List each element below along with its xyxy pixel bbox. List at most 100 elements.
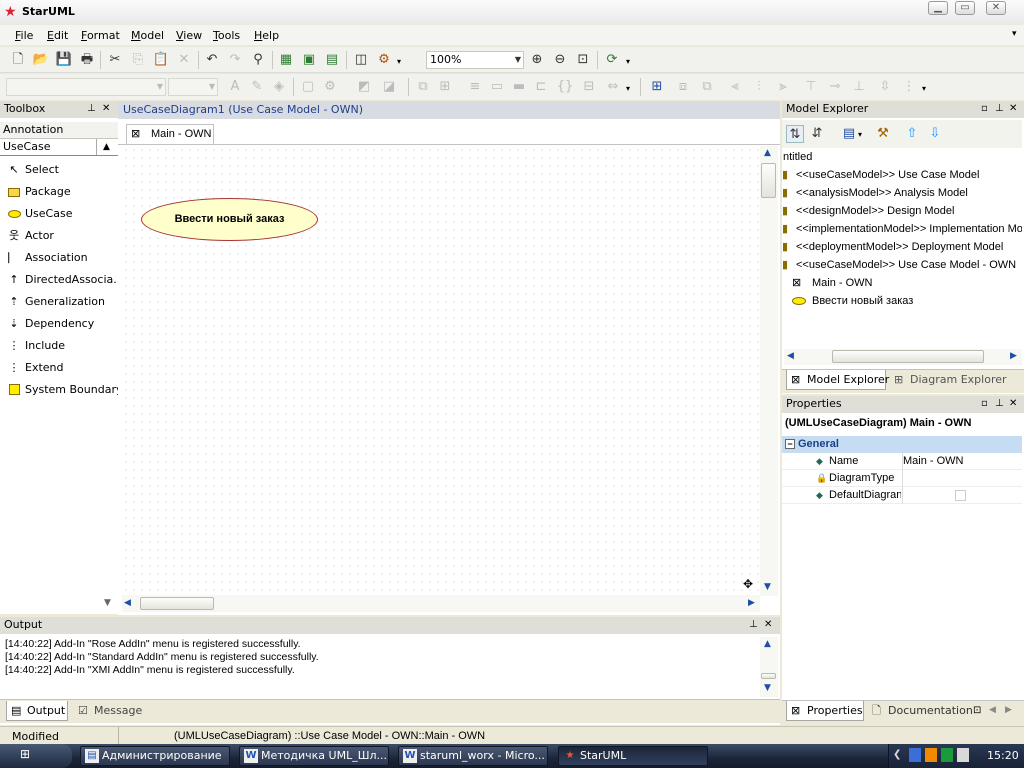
menu-help[interactable]: Help <box>254 29 279 42</box>
refresh-icon[interactable]: ⟳ <box>603 51 621 69</box>
sort-asc-icon[interactable]: ⇅ <box>786 125 804 143</box>
fit-icon[interactable]: ⇔ <box>604 78 622 96</box>
tab-model-explorer[interactable]: ⊠ Model Explorer <box>786 370 889 390</box>
menu-model[interactable]: Model <box>131 29 164 42</box>
close-icon[interactable]: ✕ <box>102 102 110 116</box>
zoom-in-icon[interactable]: ⊕ <box>528 51 546 69</box>
menu-tools[interactable]: Tools <box>213 29 240 42</box>
close-button[interactable]: ✕ <box>986 1 1006 15</box>
restore-icon[interactable]: ▫ <box>981 397 988 411</box>
tab-message[interactable]: ☑ Message <box>74 701 144 721</box>
menu-view[interactable]: View <box>176 29 202 42</box>
diagram-vertical-scrollbar[interactable]: ▲ ▼ <box>760 146 778 596</box>
scroll-down-icon[interactable]: ▼ <box>764 683 771 693</box>
property-row-name[interactable]: ◆ Name Main - OWN <box>782 453 1022 470</box>
align-top-icon[interactable]: ⊤ <box>802 78 820 96</box>
tab-properties[interactable]: ⊠ Properties <box>786 701 864 721</box>
chevron-down-icon[interactable]: ▾ <box>626 57 630 66</box>
tray-expand-icon[interactable]: ❮ <box>893 749 901 760</box>
scrollbar-thumb[interactable] <box>761 673 776 679</box>
move-icon[interactable]: ✥ <box>743 577 753 591</box>
scrollbar-thumb[interactable] <box>140 597 214 610</box>
braces-icon[interactable]: {} <box>556 78 574 96</box>
tree-root[interactable]: ntitled <box>783 148 812 166</box>
print-icon[interactable]: 🖶 <box>78 51 96 69</box>
menu-edit[interactable]: Edit <box>47 29 68 42</box>
output-scrollbar[interactable]: ▲ ▼ <box>760 637 778 697</box>
chevron-down-icon[interactable]: ▾ <box>397 57 401 66</box>
save-icon[interactable]: 💾 <box>55 51 73 69</box>
move-up-icon[interactable]: ⇧ <box>903 125 921 143</box>
toolbox-item-directed-association[interactable]: ↑ DirectedAssocia... <box>0 270 123 290</box>
media-player-icon[interactable] <box>925 748 937 762</box>
move-down-icon[interactable]: ⇩ <box>926 125 944 143</box>
addin-tools-icon[interactable]: ⚙ <box>375 51 393 69</box>
menu-file[interactable]: File <box>15 29 33 42</box>
fit-zoom-icon[interactable]: ⊡ <box>574 51 592 69</box>
scrollbar-thumb[interactable] <box>761 163 776 198</box>
collapse-icon[interactable]: − <box>785 439 795 449</box>
start-button[interactable]: ⊞ <box>0 744 72 768</box>
new-file-icon[interactable]: 🗋 <box>9 51 27 69</box>
parent-icon[interactable]: ⊏ <box>532 78 550 96</box>
tab-output[interactable]: ▤ Output <box>6 701 68 721</box>
operations-icon[interactable]: ▬ <box>510 78 528 96</box>
tools-icon[interactable]: ⚒ <box>874 125 892 143</box>
arrange-icon[interactable]: ◪ <box>380 78 398 96</box>
line-color-icon[interactable]: ✎ <box>248 78 266 96</box>
align-right-icon[interactable]: ⫸ <box>774 78 792 96</box>
align-icon[interactable]: ⧈ <box>674 78 692 96</box>
shape-icon[interactable]: ▢ <box>299 78 317 96</box>
scrollbar-thumb[interactable] <box>832 350 984 363</box>
close-icon[interactable]: ✕ <box>764 618 772 632</box>
tab-diagram-explorer[interactable]: ⊞ Diagram Explorer <box>890 370 1007 390</box>
tray-app-icon[interactable] <box>941 748 953 762</box>
scroll-up-icon[interactable]: ▲ <box>764 148 771 158</box>
font-icon[interactable]: A <box>226 78 244 96</box>
menu-format[interactable]: Format <box>81 29 120 42</box>
pin-icon[interactable]: ⊥ <box>749 618 758 632</box>
fill-color-icon[interactable]: ◈ <box>270 78 288 96</box>
property-value-name[interactable]: Main - OWN <box>903 453 964 470</box>
stereotype-icon[interactable]: ≡ <box>466 78 484 96</box>
chevron-down-icon[interactable]: ▼ <box>100 598 115 610</box>
scroll-right-icon[interactable]: ▶ <box>1005 705 1012 715</box>
toolbox-category-annotation[interactable]: Annotation <box>0 122 118 139</box>
toolbox-category-usecase[interactable]: UseCase ▲ <box>0 139 118 156</box>
align-bottom-icon[interactable]: ⊥ <box>850 78 868 96</box>
attributes-icon[interactable]: ▭ <box>488 78 506 96</box>
align-middle-icon[interactable]: ⊸ <box>826 78 844 96</box>
undo-icon[interactable]: ↶ <box>203 51 221 69</box>
property-icon[interactable]: ⊟ <box>580 78 598 96</box>
copy-icon[interactable]: ⎘ <box>129 51 147 69</box>
scroll-left-icon[interactable]: ◀ <box>989 705 996 715</box>
line-style-icon[interactable]: ◩ <box>355 78 373 96</box>
font-name-combobox[interactable]: ▼ <box>6 78 166 96</box>
diagram-horizontal-scrollbar[interactable]: ◀ ▶ <box>122 595 760 612</box>
taskbar-item-administration[interactable]: ▤ Администрирование <box>80 746 230 766</box>
taskbar-item-staruml[interactable]: ★ StarUML <box>558 746 708 766</box>
scroll-up-icon[interactable]: ▲ <box>764 639 771 649</box>
paste-icon[interactable]: 📋 <box>152 51 170 69</box>
close-icon[interactable]: ✕ <box>1009 102 1017 116</box>
tab-documentation[interactable]: 🗋 Documentation <box>868 701 973 721</box>
toolbox-item-package[interactable]: Package <box>0 182 116 202</box>
redo-icon[interactable]: ↷ <box>226 51 244 69</box>
taskbar-item-staruml-worx[interactable]: W staruml_worx - Micro... <box>398 746 548 766</box>
maximize-button[interactable]: ▭ <box>955 1 975 15</box>
align-center-icon[interactable]: ⫶ <box>750 78 768 96</box>
network-icon[interactable] <box>909 748 921 762</box>
pin-icon[interactable]: ⊥ <box>995 397 1004 411</box>
font-size-combobox[interactable]: ▼ <box>168 78 218 96</box>
chevron-down-icon[interactable]: ▾ <box>858 130 862 139</box>
chevron-down-icon[interactable]: ▾ <box>922 84 926 93</box>
taskbar-item-word-doc[interactable]: W Методичка UML_Шл... <box>239 746 389 766</box>
toolbox-item-association[interactable]: ⎸ Association <box>0 248 116 268</box>
toolbox-item-select[interactable]: ↖ Select <box>0 160 116 180</box>
add-diagram-icon[interactable]: ▦ <box>277 51 295 69</box>
new-diagram-icon[interactable]: ▤ <box>323 51 341 69</box>
scroll-left-icon[interactable]: ◀ <box>787 351 794 361</box>
property-group-general[interactable]: − General <box>782 436 1022 453</box>
close-icon[interactable]: ✕ <box>1009 397 1017 411</box>
find-binoculars-icon[interactable]: ⚲ <box>249 51 267 69</box>
